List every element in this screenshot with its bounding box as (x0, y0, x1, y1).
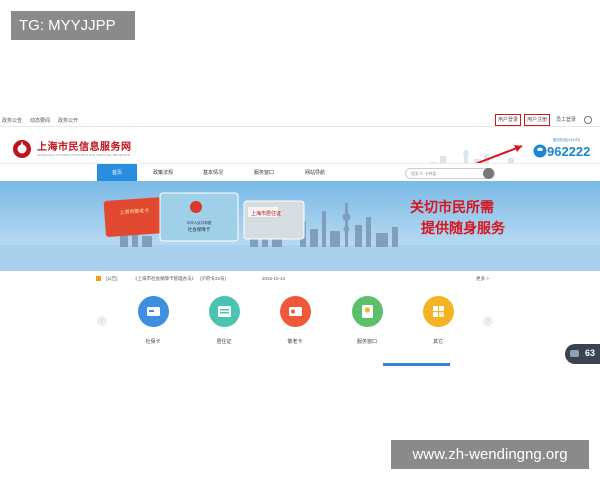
register-link[interactable]: 用户注册 (523, 114, 550, 126)
site-subtitle: SHANGHAI CITIZEN INFORMATION SERVICE NET… (37, 153, 131, 157)
nav-item-site-map[interactable]: 网站导航 (295, 164, 335, 182)
nav-item-service-windows[interactable]: 服务窗口 (244, 164, 284, 182)
watermark-bottom: www.zh-wendingng.org (391, 440, 589, 469)
service-icons-row: 社保卡 居住证 敬老卡 服务窗口 其它 (0, 293, 600, 368)
watermark-top: TG: MYYJJPP (11, 11, 135, 40)
site-name: 上海市民信息服务网 (37, 142, 132, 153)
topbar-link-news[interactable]: 动态要闻 (30, 117, 50, 124)
nav-item-home[interactable]: 首页 (97, 164, 137, 182)
card-ss-title: 社会保障卡 (188, 226, 211, 233)
nav-item-basics[interactable]: 基本情况 (193, 164, 233, 182)
topbar-link-announcements[interactable]: 政务公告 (2, 117, 22, 124)
service-label: 敬老卡 (287, 339, 303, 345)
website: 政务公告 动态要闻 政务公开 用户登录 用户注册 员工登录 上海市民信息服务网 … (0, 113, 600, 368)
notice-link[interactable]: 《上海市社会保障卡管理办法》 (133, 276, 196, 282)
notice-more-link[interactable]: 更多 > (476, 276, 489, 282)
service-windows[interactable]: 服务窗口 (342, 296, 392, 345)
notice-bar: [公告] 《上海市社会保障卡管理办法》 (沪府令22号) 2015-10-14 … (0, 271, 600, 286)
banner-artwork: 上海市敬老卡 中华人民共和国 社会保障卡 上海市居住证 关切市民所需 提供随身服… (0, 181, 600, 271)
speaker-icon (96, 276, 101, 281)
banner-slogan-2: 提供随身服务 (421, 220, 506, 236)
notice-extra: (沪府令22号) (200, 276, 227, 281)
notice-date: 2015-10-14 (262, 276, 286, 281)
residence-permit-icon (208, 296, 240, 327)
service-label: 社保卡 (145, 339, 161, 345)
other-services-icon (422, 296, 454, 327)
service-senior-card[interactable]: 敬老卡 (270, 296, 320, 345)
search-input[interactable]: 搜索卡·卡种类 (405, 168, 495, 179)
card-ss-country: 中华人民共和国 (187, 220, 212, 225)
active-indicator (383, 363, 450, 366)
service-social-security[interactable]: 社保卡 (128, 296, 178, 345)
service-label: 居住证 (216, 339, 232, 345)
staff-login-link[interactable]: 员工登录 (553, 114, 579, 126)
banner-slogan-1: 关切市民所需 (410, 199, 494, 215)
service-window-icon (351, 296, 383, 327)
service-residence-permit[interactable]: 居住证 (199, 296, 249, 345)
card-residence-title: 上海市居住证 (251, 210, 281, 217)
top-bar: 政务公告 动态要闻 政务公开 用户登录 用户注册 员工登录 (0, 113, 600, 127)
hotline-number: 962222 (547, 144, 591, 159)
login-link[interactable]: 用户登录 (494, 114, 521, 126)
main-nav: 首页 政策法规 基本情况 服务窗口 网站导航 搜索卡·卡种类 (0, 163, 600, 183)
notice-tag: [公告] (106, 276, 118, 281)
floating-widget-count: 63 (585, 348, 596, 358)
service-label: 其它 (432, 339, 443, 345)
hotline-label: 服务热线(24小时) (553, 138, 581, 142)
chat-icon (570, 350, 579, 357)
site-logo-icon[interactable] (12, 139, 32, 159)
screenshot-page: TG: MYYJJPP 政务公告 动态要闻 政务公开 用户登录 用户注册 员工登… (0, 0, 600, 480)
social-security-card-icon (137, 296, 169, 327)
hero-banner: 上海市敬老卡 中华人民共和国 社会保障卡 上海市居住证 关切市民所需 提供随身服… (0, 181, 600, 271)
service-other[interactable]: 其它 (413, 296, 463, 345)
service-label: 服务窗口 (356, 339, 377, 345)
floating-widget[interactable]: 63 (565, 344, 600, 364)
topbar-link-public-affairs[interactable]: 政务公开 (58, 117, 78, 124)
search-icon[interactable] (483, 168, 494, 179)
nav-item-policies[interactable]: 政策法规 (143, 164, 183, 182)
hotline-icon (533, 144, 547, 158)
senior-card-icon (279, 296, 311, 327)
user-icon[interactable] (584, 116, 592, 124)
